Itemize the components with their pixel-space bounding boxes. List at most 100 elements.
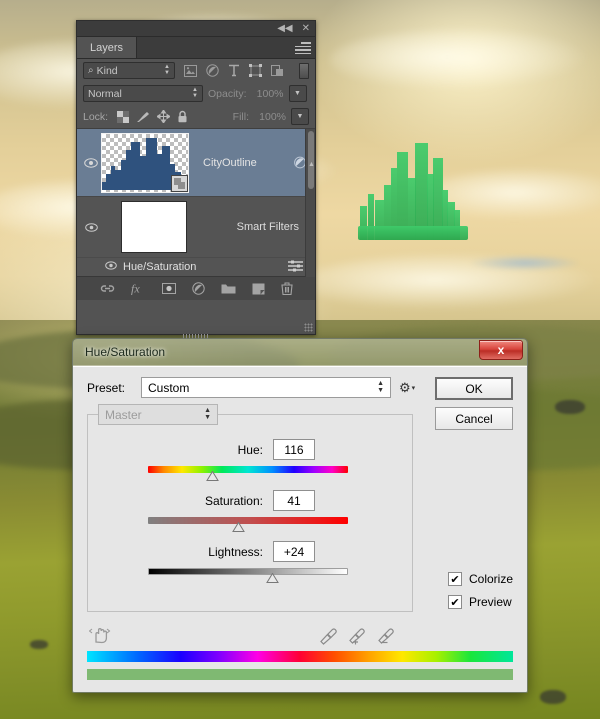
adjustment-layer-filter-icon[interactable]: [206, 64, 219, 77]
layer-visibility-eye-icon[interactable]: [81, 222, 101, 232]
lock-icon-group: [117, 110, 188, 123]
lock-all-icon[interactable]: [177, 110, 188, 123]
lock-transparency-icon[interactable]: [117, 110, 130, 123]
eyedropper-add-icon[interactable]: [347, 628, 366, 650]
resize-grip[interactable]: [304, 323, 313, 332]
link-layers-icon[interactable]: [100, 283, 115, 294]
tab-layers[interactable]: Layers: [77, 37, 138, 58]
fill-label: Fill:: [232, 110, 249, 123]
filter-visibility-eye-icon[interactable]: [105, 261, 117, 273]
hue-slider-handle[interactable]: [206, 471, 219, 481]
hue-spectrum-bar: [87, 651, 513, 662]
channel-select[interactable]: Master ▲ ▼: [98, 404, 218, 425]
close-button[interactable]: x: [479, 340, 523, 360]
delete-layer-icon[interactable]: [280, 282, 293, 295]
dialog-checkbox-group: ✔ Colorize ✔ Preview: [447, 572, 513, 618]
hue-saturation-dialog[interactable]: Hue/Saturation x Preset: Custom ▲ ▼ ⚙ ▾ OK…: [72, 338, 528, 693]
panel-menu-icon[interactable]: [295, 42, 311, 54]
dialog-body: Preset: Custom ▲ ▼ ⚙ ▾ OK Cancel Master ▲ ▼…: [73, 366, 527, 692]
preview-row[interactable]: ✔ Preview: [447, 595, 513, 609]
chevron-updown-icon: ▲ ▼: [164, 64, 170, 76]
smart-filters-row[interactable]: Smart Filters: [77, 197, 315, 257]
collapse-double-arrow-icon[interactable]: ◀◀: [277, 23, 292, 34]
layer-style-fx-icon[interactable]: fx: [131, 282, 146, 295]
eyedropper-icon[interactable]: [320, 628, 337, 650]
preset-options-gear-icon[interactable]: ⚙ ▾: [399, 380, 421, 396]
layer-filter-row: ⌕ Kind ▲ ▼: [77, 59, 315, 82]
colorize-checkbox[interactable]: ✔: [447, 572, 462, 586]
hue-gradient-bar: [148, 466, 348, 473]
adjustment-fieldset: Master ▲ ▼ Hue: 116 Saturation: 41 Light…: [87, 404, 413, 612]
shape-layer-filter-icon[interactable]: [249, 64, 262, 77]
dialog-title: Hue/Saturation: [85, 345, 166, 359]
scrubby-hand-icon[interactable]: [88, 624, 111, 649]
filter-name[interactable]: Hue/Saturation: [123, 261, 196, 273]
layers-panel[interactable]: ◀◀ ✕ Layers ⌕ Kind ▲ ▼ Normal ▲ ▼ Opacit…: [76, 20, 316, 339]
smart-object-badge: [171, 174, 188, 192]
lightness-slider-block: Lightness: +24: [98, 541, 402, 583]
fill-value[interactable]: 100%: [254, 111, 286, 123]
new-layer-icon[interactable]: [252, 283, 265, 295]
colorize-row[interactable]: ✔ Colorize: [447, 572, 513, 586]
scrollbar-thumb[interactable]: [308, 131, 314, 189]
preview-label: Preview: [468, 595, 512, 609]
layer-list[interactable]: CityOutline Smart Filters Hue/Saturation…: [77, 128, 315, 277]
layer-list-scrollbar[interactable]: ▲: [305, 129, 315, 277]
pixel-layer-filter-icon[interactable]: [184, 64, 197, 77]
eyedropper-group: [320, 628, 395, 650]
new-adjustment-layer-icon[interactable]: [191, 282, 205, 295]
opacity-dropdown-arrow[interactable]: ▼: [288, 85, 307, 102]
layer-name[interactable]: CityOutline: [203, 157, 257, 169]
type-layer-filter-icon[interactable]: [228, 64, 240, 77]
fill-dropdown-arrow[interactable]: ▼: [291, 108, 309, 125]
magnifier-icon: ⌕: [88, 65, 94, 76]
layer-kind-filter[interactable]: ⌕ Kind ▲ ▼: [83, 62, 175, 79]
chevron-up-icon[interactable]: ▲: [308, 161, 315, 168]
hue-track[interactable]: [148, 466, 348, 481]
list-item[interactable]: Hue/Saturation: [77, 257, 315, 276]
eyedropper-subtract-icon[interactable]: [376, 628, 395, 650]
water-body: [470, 255, 580, 271]
blend-mode-value: Normal: [88, 87, 122, 100]
lock-row: Lock: Fill: 100% ▼: [77, 105, 315, 128]
city-skyline-thumbnail[interactable]: [101, 132, 189, 193]
filter-settings-icon[interactable]: [288, 260, 303, 275]
chevron-updown-icon: ▲ ▼: [204, 407, 211, 421]
saturation-input[interactable]: 41: [273, 490, 315, 511]
table-row[interactable]: CityOutline: [77, 129, 315, 197]
lock-image-icon[interactable]: [136, 111, 150, 123]
panel-tab-row: Layers: [77, 37, 315, 59]
adjusted-color-bar: [87, 669, 513, 680]
color-bars: [87, 651, 513, 680]
layers-panel-toolbar: fx: [77, 276, 315, 300]
cancel-button[interactable]: Cancel: [435, 407, 513, 430]
hue-slider-block: Hue: 116: [98, 439, 402, 481]
white-filter-mask-thumbnail[interactable]: [121, 201, 187, 253]
opacity-value[interactable]: 100%: [252, 88, 284, 100]
hue-input[interactable]: 116: [273, 439, 315, 460]
lightness-input[interactable]: +24: [273, 541, 315, 562]
layer-visibility-eye-icon[interactable]: [81, 157, 101, 168]
saturation-track[interactable]: [148, 517, 348, 532]
saturation-slider-handle[interactable]: [232, 522, 245, 532]
rock: [30, 640, 48, 649]
new-group-icon[interactable]: [221, 283, 236, 294]
lock-label: Lock:: [83, 110, 109, 123]
close-icon[interactable]: ✕: [302, 23, 310, 34]
chevron-updown-icon: ▲ ▼: [377, 380, 384, 394]
dialog-titlebar[interactable]: Hue/Saturation x: [73, 339, 527, 366]
add-layer-mask-icon[interactable]: [161, 283, 176, 294]
preset-select[interactable]: Custom ▲ ▼: [141, 377, 391, 398]
lightness-track[interactable]: [148, 568, 348, 583]
lightness-slider-handle[interactable]: [266, 573, 279, 583]
blend-mode-select[interactable]: Normal ▲ ▼: [83, 85, 203, 102]
hue-label: Hue:: [237, 442, 263, 457]
tab-layers-label: Layers: [90, 41, 124, 54]
filter-toggle-switch[interactable]: [299, 62, 309, 79]
panel-titlebar: ◀◀ ✕: [77, 21, 315, 37]
ok-button[interactable]: OK: [435, 377, 513, 400]
smart-object-filter-icon[interactable]: [271, 64, 284, 77]
opacity-label: Opacity:: [208, 87, 247, 100]
lock-position-icon[interactable]: [157, 110, 171, 123]
preview-checkbox[interactable]: ✔: [447, 595, 462, 609]
